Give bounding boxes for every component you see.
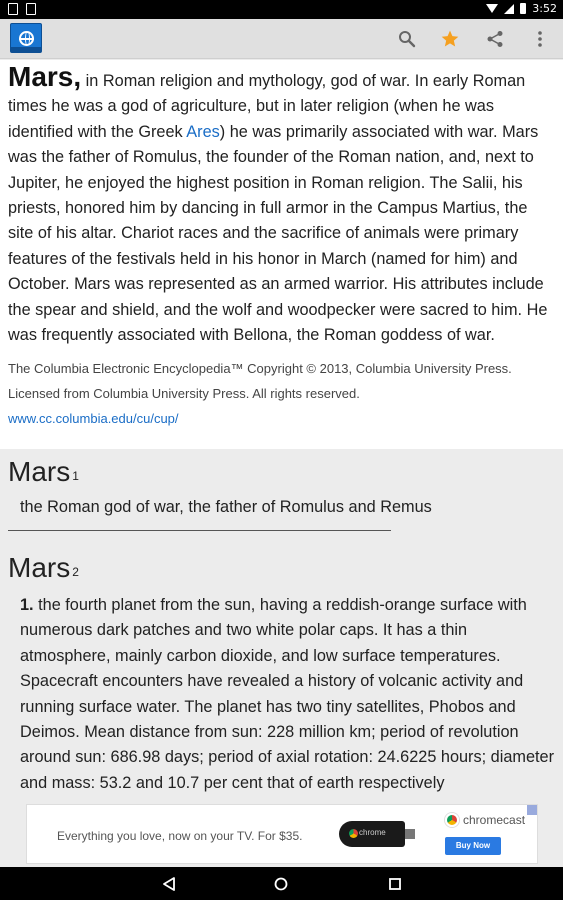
home-button[interactable] (272, 875, 290, 893)
encyclopedia-globe-logo[interactable] (10, 23, 42, 53)
copyright-notice: The Columbia Electronic Encyclopedia™ Co… (8, 361, 512, 402)
article-content[interactable]: Mars, in Roman religion and mythology, g… (0, 60, 563, 810)
photo-icon (8, 3, 18, 15)
dictionary-headword: Mars 1 (8, 456, 79, 488)
navigation-bar (0, 867, 563, 900)
chrome-logo-icon (445, 813, 459, 827)
status-bar: 3:52 (0, 0, 563, 19)
recents-button[interactable] (386, 875, 404, 893)
entry-body: Mars, in Roman religion and mythology, g… (8, 61, 548, 345)
entry-headword: Mars, (8, 61, 82, 92)
back-icon (163, 877, 175, 891)
more-vert-icon (538, 31, 542, 47)
sense-number: 1. (20, 595, 34, 614)
ad-area: Everything you love, now on your TV. For… (0, 800, 563, 867)
recents-icon (389, 878, 401, 890)
publisher-link[interactable]: www.cc.columbia.edu/cu/cup/ (8, 406, 551, 431)
overflow-menu-button[interactable] (529, 28, 551, 50)
sd-card-icon (26, 3, 36, 15)
ad-choices-icon[interactable] (527, 805, 537, 815)
dictionary-entry-2: Mars 2 1. the fourth planet from the sun,… (0, 541, 563, 796)
home-icon (274, 877, 288, 891)
dictionary-entry-1: Mars 1 the Roman god of war, the father o… (0, 449, 563, 540)
chromecast-dongle-image: chrome (339, 821, 415, 847)
star-icon (441, 30, 459, 47)
search-button[interactable] (396, 28, 418, 50)
definition: the Roman god of war, the father of Romu… (20, 498, 432, 517)
app-toolbar (0, 19, 563, 59)
signal-icon (504, 3, 515, 14)
battery-icon (520, 3, 527, 14)
ad-tagline: Everything you love, now on your TV. For… (57, 829, 303, 843)
ad-banner[interactable]: Everything you love, now on your TV. For… (26, 804, 538, 864)
chrome-logo-icon (349, 829, 358, 838)
favorite-button[interactable] (439, 28, 461, 50)
encyclopedia-entry: Mars, in Roman religion and mythology, g… (0, 60, 563, 450)
buy-now-button[interactable]: Buy Now (445, 837, 501, 855)
ad-brand: chromecast (445, 813, 525, 827)
ares-link[interactable]: Ares (186, 123, 219, 141)
clock: 3:52 (532, 2, 557, 15)
dictionary-headword: Mars 2 (8, 551, 79, 583)
wifi-icon (486, 4, 499, 13)
search-icon (399, 31, 416, 48)
share-icon (487, 31, 503, 47)
back-button[interactable] (160, 875, 178, 893)
sense: 1. the fourth planet from the sun, havin… (20, 595, 555, 792)
share-button[interactable] (484, 28, 506, 50)
divider (8, 529, 391, 531)
